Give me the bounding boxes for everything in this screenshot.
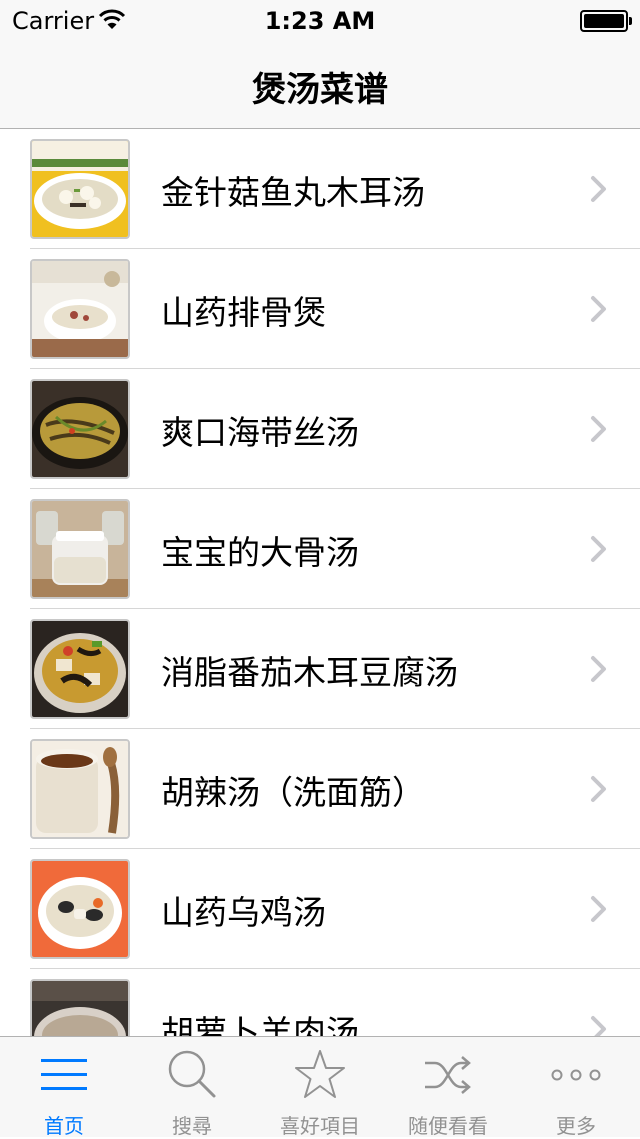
chevron-right-icon xyxy=(591,296,606,322)
tab-label: 搜尋 xyxy=(172,1114,212,1138)
recipe-row[interactable]: 爽口海带丝汤 xyxy=(0,369,640,489)
tab-label: 更多 xyxy=(556,1114,596,1138)
recipe-row[interactable]: 胡萝卜羊肉汤 xyxy=(0,969,640,1036)
status-bar: Carrier 1:23 AM xyxy=(0,0,640,40)
recipe-thumbnail xyxy=(30,859,130,959)
recipe-name: 胡萝卜羊肉汤 xyxy=(161,1013,359,1036)
recipe-row[interactable]: 胡辣汤（洗面筋） xyxy=(0,729,640,849)
tab-search[interactable]: 搜尋 xyxy=(128,1037,256,1138)
recipe-name: 山药排骨煲 xyxy=(161,293,326,332)
recipe-thumbnail xyxy=(30,379,130,479)
recipe-row[interactable]: 金针菇鱼丸木耳汤 xyxy=(0,129,640,249)
recipe-name: 胡辣汤（洗面筋） xyxy=(161,773,425,812)
tab-bar: 首页 搜尋 喜好項目 随便看看 更多 xyxy=(0,1036,640,1138)
recipe-row[interactable]: 山药乌鸡汤 xyxy=(0,849,640,969)
list-icon xyxy=(41,1059,87,1090)
tab-home[interactable]: 首页 xyxy=(0,1037,128,1138)
chevron-right-icon xyxy=(591,776,606,802)
chevron-right-icon xyxy=(591,1016,606,1036)
recipe-list[interactable]: 金针菇鱼丸木耳汤 山药排骨煲 爽口海带丝汤 宝宝的大骨汤 消脂番茄木耳豆腐汤 胡… xyxy=(0,129,640,1036)
recipe-thumbnail xyxy=(30,739,130,839)
recipe-thumbnail xyxy=(30,619,130,719)
recipe-thumbnail xyxy=(30,499,130,599)
star-icon xyxy=(295,1050,345,1098)
page-title: 煲汤菜谱 xyxy=(252,70,388,110)
recipe-name: 爽口海带丝汤 xyxy=(161,413,359,452)
tab-label: 喜好項目 xyxy=(280,1114,360,1138)
search-icon xyxy=(168,1050,216,1098)
recipe-name: 金针菇鱼丸木耳汤 xyxy=(161,173,425,212)
recipe-thumbnail xyxy=(30,979,130,1036)
more-icon xyxy=(551,1069,601,1081)
navigation-bar: 煲汤菜谱 xyxy=(0,40,640,129)
tab-more[interactable]: 更多 xyxy=(512,1037,640,1138)
tab-label: 随便看看 xyxy=(408,1114,488,1138)
recipe-name: 宝宝的大骨汤 xyxy=(161,533,359,572)
recipe-row[interactable]: 宝宝的大骨汤 xyxy=(0,489,640,609)
recipe-row[interactable]: 消脂番茄木耳豆腐汤 xyxy=(0,609,640,729)
tab-favorites[interactable]: 喜好項目 xyxy=(256,1037,384,1138)
chevron-right-icon xyxy=(591,656,606,682)
recipe-thumbnail xyxy=(30,259,130,359)
shuffle-icon xyxy=(425,1056,471,1094)
chevron-right-icon xyxy=(591,536,606,562)
tab-random[interactable]: 随便看看 xyxy=(384,1037,512,1138)
chevron-right-icon xyxy=(591,416,606,442)
chevron-right-icon xyxy=(591,176,606,202)
recipe-name: 消脂番茄木耳豆腐汤 xyxy=(161,653,458,692)
recipe-row[interactable]: 山药排骨煲 xyxy=(0,249,640,369)
tab-label: 首页 xyxy=(44,1114,84,1138)
status-time: 1:23 AM xyxy=(264,7,376,35)
battery-icon xyxy=(580,10,632,32)
recipe-thumbnail xyxy=(30,139,130,239)
recipe-name: 山药乌鸡汤 xyxy=(161,893,326,932)
chevron-right-icon xyxy=(591,896,606,922)
